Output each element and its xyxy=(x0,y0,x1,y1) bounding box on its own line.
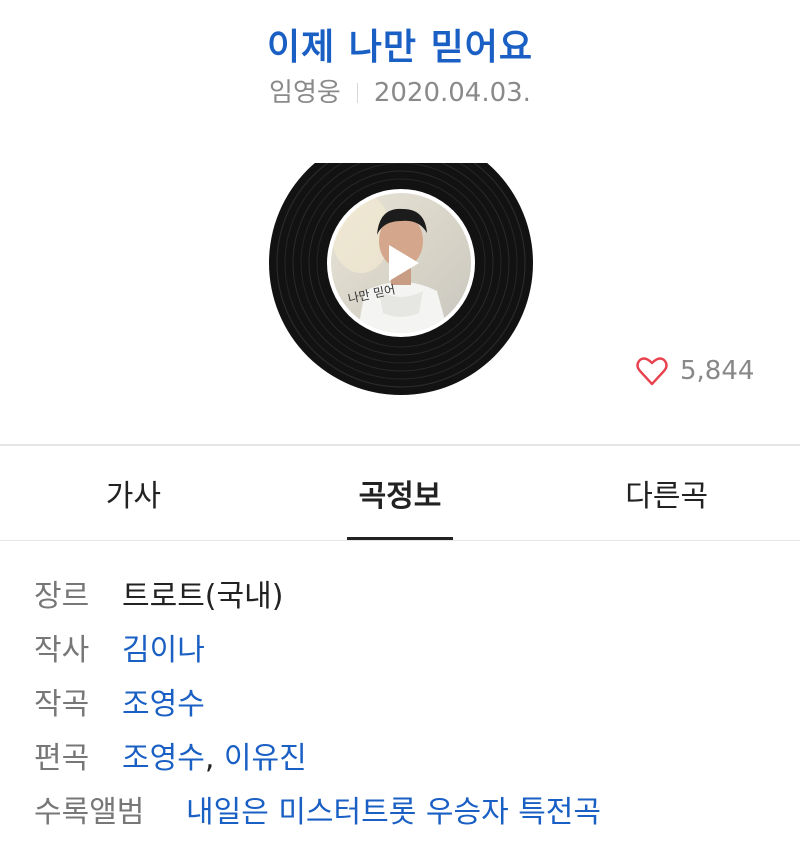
tab-bar: 가사 곡정보 다른곡 xyxy=(0,446,800,540)
tab-divider xyxy=(0,540,800,541)
release-date: 2020.04.03. xyxy=(373,78,531,108)
lyricist-link[interactable]: 김이나 xyxy=(122,625,205,669)
tab-other-songs[interactable]: 다른곡 xyxy=(533,446,800,540)
genre-value: 트로트(국내) xyxy=(122,579,284,614)
song-info-list: 장르 트로트(국내) 작사 김이나 작곡 조영수 편곡 조영수, 이유진 수록앨… xyxy=(34,566,774,836)
album-record-player[interactable]: 나만 믿어 xyxy=(269,163,533,395)
like-count: 5,844 xyxy=(680,356,755,386)
artist-name[interactable]: 임영웅 xyxy=(269,78,341,108)
composer-link[interactable]: 조영수 xyxy=(122,679,205,723)
tab-song-info[interactable]: 곡정보 xyxy=(267,446,534,540)
info-row-album: 수록앨범 내일은 미스터트롯 우승자 특전곡 xyxy=(34,782,774,836)
info-row-genre: 장르 트로트(국내) xyxy=(34,566,774,620)
arranger-label: 편곡 xyxy=(34,741,90,776)
arranger-link-2[interactable]: 이유진 xyxy=(224,741,307,776)
arranger-link-1[interactable]: 조영수 xyxy=(122,741,205,776)
like-button[interactable]: 5,844 xyxy=(636,356,754,386)
info-row-lyricist: 작사 김이나 xyxy=(34,620,774,674)
album-link[interactable]: 내일은 미스터트롯 우승자 특전곡 xyxy=(186,787,601,831)
info-row-arranger: 편곡 조영수, 이유진 xyxy=(34,728,774,782)
composer-label: 작곡 xyxy=(34,687,90,722)
genre-label: 장르 xyxy=(34,579,90,614)
tab-lyrics[interactable]: 가사 xyxy=(0,446,267,540)
song-meta: 임영웅 2020.04.03. xyxy=(0,72,800,109)
meta-divider xyxy=(356,83,358,103)
lyricist-label: 작사 xyxy=(34,633,90,668)
heart-icon[interactable] xyxy=(636,356,668,386)
arranger-values: 조영수, 이유진 xyxy=(122,733,307,777)
vinyl-record[interactable]: 나만 믿어 xyxy=(269,163,533,395)
info-row-composer: 작곡 조영수 xyxy=(34,674,774,728)
arranger-separator: , xyxy=(204,741,215,776)
song-title: 이제 나만 믿어요 xyxy=(267,27,533,68)
album-label: 수록앨범 xyxy=(34,795,145,830)
